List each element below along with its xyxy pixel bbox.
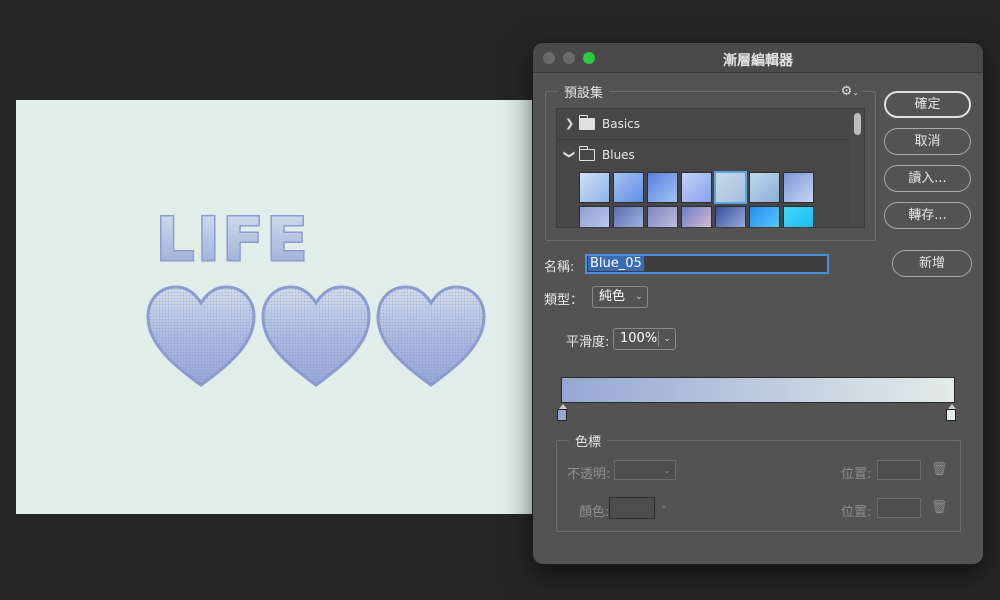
heart-2: [261, 285, 371, 387]
hearts-graphic: [146, 285, 486, 387]
load-button[interactable]: 讀入...: [884, 165, 971, 192]
smoothness-value: 100%: [620, 331, 658, 346]
new-button[interactable]: 新增: [892, 250, 972, 277]
gradient-swatch[interactable]: [579, 206, 610, 227]
chevron-right-icon[interactable]: ❯: [565, 117, 574, 130]
folder-open-icon: [578, 146, 595, 161]
gradient-editor-dialog: 漸層編輯器 預設集 ⚙⌄ ❯ Basics ❯ Blues 確定 取消 讀入..…: [533, 43, 983, 564]
opacity-field[interactable]: ⌄: [614, 460, 676, 480]
gradient-swatch-grid: [579, 171, 815, 227]
heart-3: [376, 285, 486, 387]
gradient-swatch[interactable]: [783, 206, 814, 227]
title-bar[interactable]: 漸層編輯器: [533, 43, 983, 73]
color-stops-legend: 色標: [569, 431, 608, 450]
location-label-1: 位置:: [841, 467, 872, 482]
scrollbar-thumb[interactable]: [854, 113, 861, 135]
trash-icon[interactable]: 🗑: [931, 462, 948, 477]
gradient-swatch[interactable]: [613, 172, 644, 203]
gradient-swatch[interactable]: [681, 172, 712, 203]
color-stop-end[interactable]: [946, 404, 956, 421]
presets-group: 預設集 ⚙⌄ ❯ Basics ❯ Blues: [545, 82, 876, 241]
preset-folder-basics[interactable]: ❯ Basics: [557, 109, 864, 139]
gradient-swatch[interactable]: [749, 206, 780, 227]
opacity-label: 不透明:: [567, 467, 611, 482]
gradient-swatch[interactable]: [647, 172, 678, 203]
gradient-swatch[interactable]: [681, 206, 712, 227]
svg-text:LIFE: LIFE: [156, 205, 311, 270]
gradient-swatch[interactable]: [613, 206, 644, 227]
gradient-swatch[interactable]: [749, 172, 780, 203]
dialog-title: 漸層編輯器: [723, 53, 793, 69]
gradient-swatch[interactable]: [579, 172, 610, 203]
type-label: 類型：: [544, 293, 584, 308]
chevron-down-icon: ⌄: [663, 334, 671, 344]
chevron-down-icon[interactable]: ❯: [563, 150, 576, 159]
gradient-swatch[interactable]: [714, 171, 747, 204]
type-select[interactable]: 純色 ⌄: [592, 286, 648, 308]
opacity-location-field[interactable]: [877, 460, 921, 480]
name-label: 名稱:: [544, 260, 575, 275]
life-text-graphic: LIFE: [155, 204, 311, 270]
ok-button[interactable]: 確定: [884, 91, 971, 118]
save-button[interactable]: 轉存...: [884, 202, 971, 229]
smoothness-label: 平滑度:: [566, 335, 610, 350]
gradient-swatch[interactable]: [783, 172, 814, 203]
location-label-2: 位置:: [841, 505, 872, 520]
preset-folder-blues[interactable]: ❯ Blues: [557, 139, 864, 169]
name-field[interactable]: Blue_05: [585, 254, 829, 274]
folder-label: Basics: [602, 117, 641, 131]
document-canvas[interactable]: LIFE: [16, 100, 550, 514]
name-value: Blue_05: [588, 256, 644, 271]
chevron-down-icon: ⌄: [663, 466, 671, 476]
heart-1: [146, 285, 256, 387]
cancel-button[interactable]: 取消: [884, 128, 971, 155]
preset-scrollbar[interactable]: [850, 109, 864, 227]
gradient-swatch[interactable]: [715, 206, 746, 227]
color-stops-group: 色標 不透明: ⌄ 位置: 🗑 顏色: ⌄ 位置: 🗑: [556, 431, 961, 532]
color-label: 顏色:: [579, 505, 610, 520]
smoothness-select[interactable]: 100% ⌄: [613, 328, 676, 350]
gradient-swatch[interactable]: [647, 206, 678, 227]
preset-list[interactable]: ❯ Basics ❯ Blues: [556, 108, 865, 228]
gear-icon[interactable]: ⚙⌄: [838, 84, 861, 99]
trash-icon[interactable]: 🗑: [931, 500, 948, 515]
color-location-field[interactable]: [877, 498, 921, 518]
chevron-down-icon: ⌄: [660, 501, 668, 511]
type-value: 純色: [599, 289, 626, 304]
chevron-down-icon: ⌄: [635, 292, 643, 302]
folder-icon: [578, 115, 595, 130]
color-stop-start[interactable]: [557, 404, 567, 421]
folder-label: Blues: [602, 148, 635, 162]
gradient-preview-bar[interactable]: [561, 377, 955, 403]
presets-legend: 預設集: [558, 82, 610, 101]
color-swatch-field[interactable]: [609, 497, 655, 519]
